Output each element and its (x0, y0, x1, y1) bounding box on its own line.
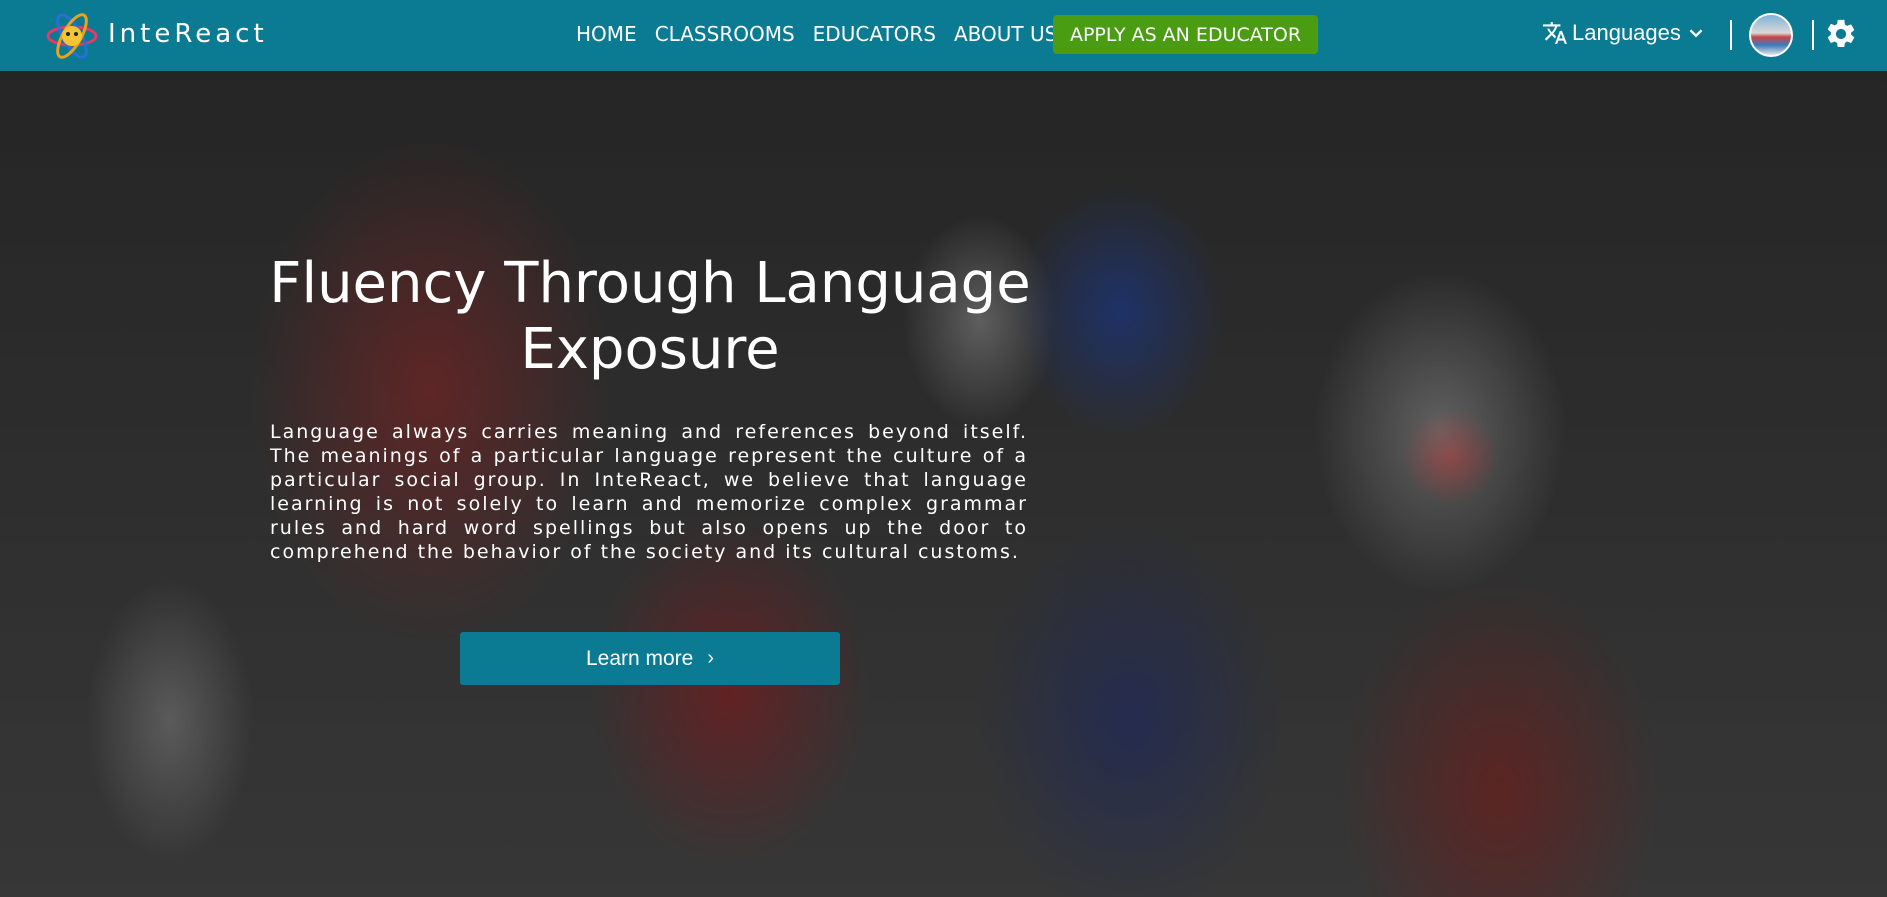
nav-home[interactable]: HOME (576, 22, 637, 46)
top-navbar: InteReact HOME CLASSROOMS EDUCATORS ABOU… (0, 0, 1887, 71)
nav-educators[interactable]: EDUCATORS (813, 22, 936, 46)
atom-logo-icon[interactable] (44, 12, 100, 60)
nav-links: HOME CLASSROOMS EDUCATORS ABOUT US (576, 22, 1057, 46)
translate-icon (1543, 22, 1567, 44)
brand-name[interactable]: InteReact (108, 19, 268, 49)
avatar[interactable] (1749, 13, 1793, 57)
learn-more-label: Learn more (585, 646, 694, 670)
learn-more-button[interactable]: Learn more › (460, 632, 840, 685)
apply-educator-button[interactable]: APPLY AS AN EDUCATOR (1053, 15, 1318, 54)
gear-icon[interactable] (1824, 17, 1858, 51)
divider (1730, 20, 1732, 50)
nav-classrooms[interactable]: CLASSROOMS (655, 22, 795, 46)
hero-section: Fluency Through Language Exposure Langua… (0, 71, 1887, 897)
hero-title: Fluency Through Language Exposure (269, 251, 1031, 382)
chevron-down-icon (1689, 29, 1703, 38)
languages-dropdown[interactable]: Languages (1542, 20, 1711, 46)
nav-about-us[interactable]: ABOUT US (954, 22, 1057, 46)
chevron-right-icon: › (707, 647, 715, 669)
divider (1812, 20, 1814, 50)
languages-label: Languages (1572, 20, 1681, 45)
hero-description: Language always carries meaning and refe… (270, 421, 1028, 563)
